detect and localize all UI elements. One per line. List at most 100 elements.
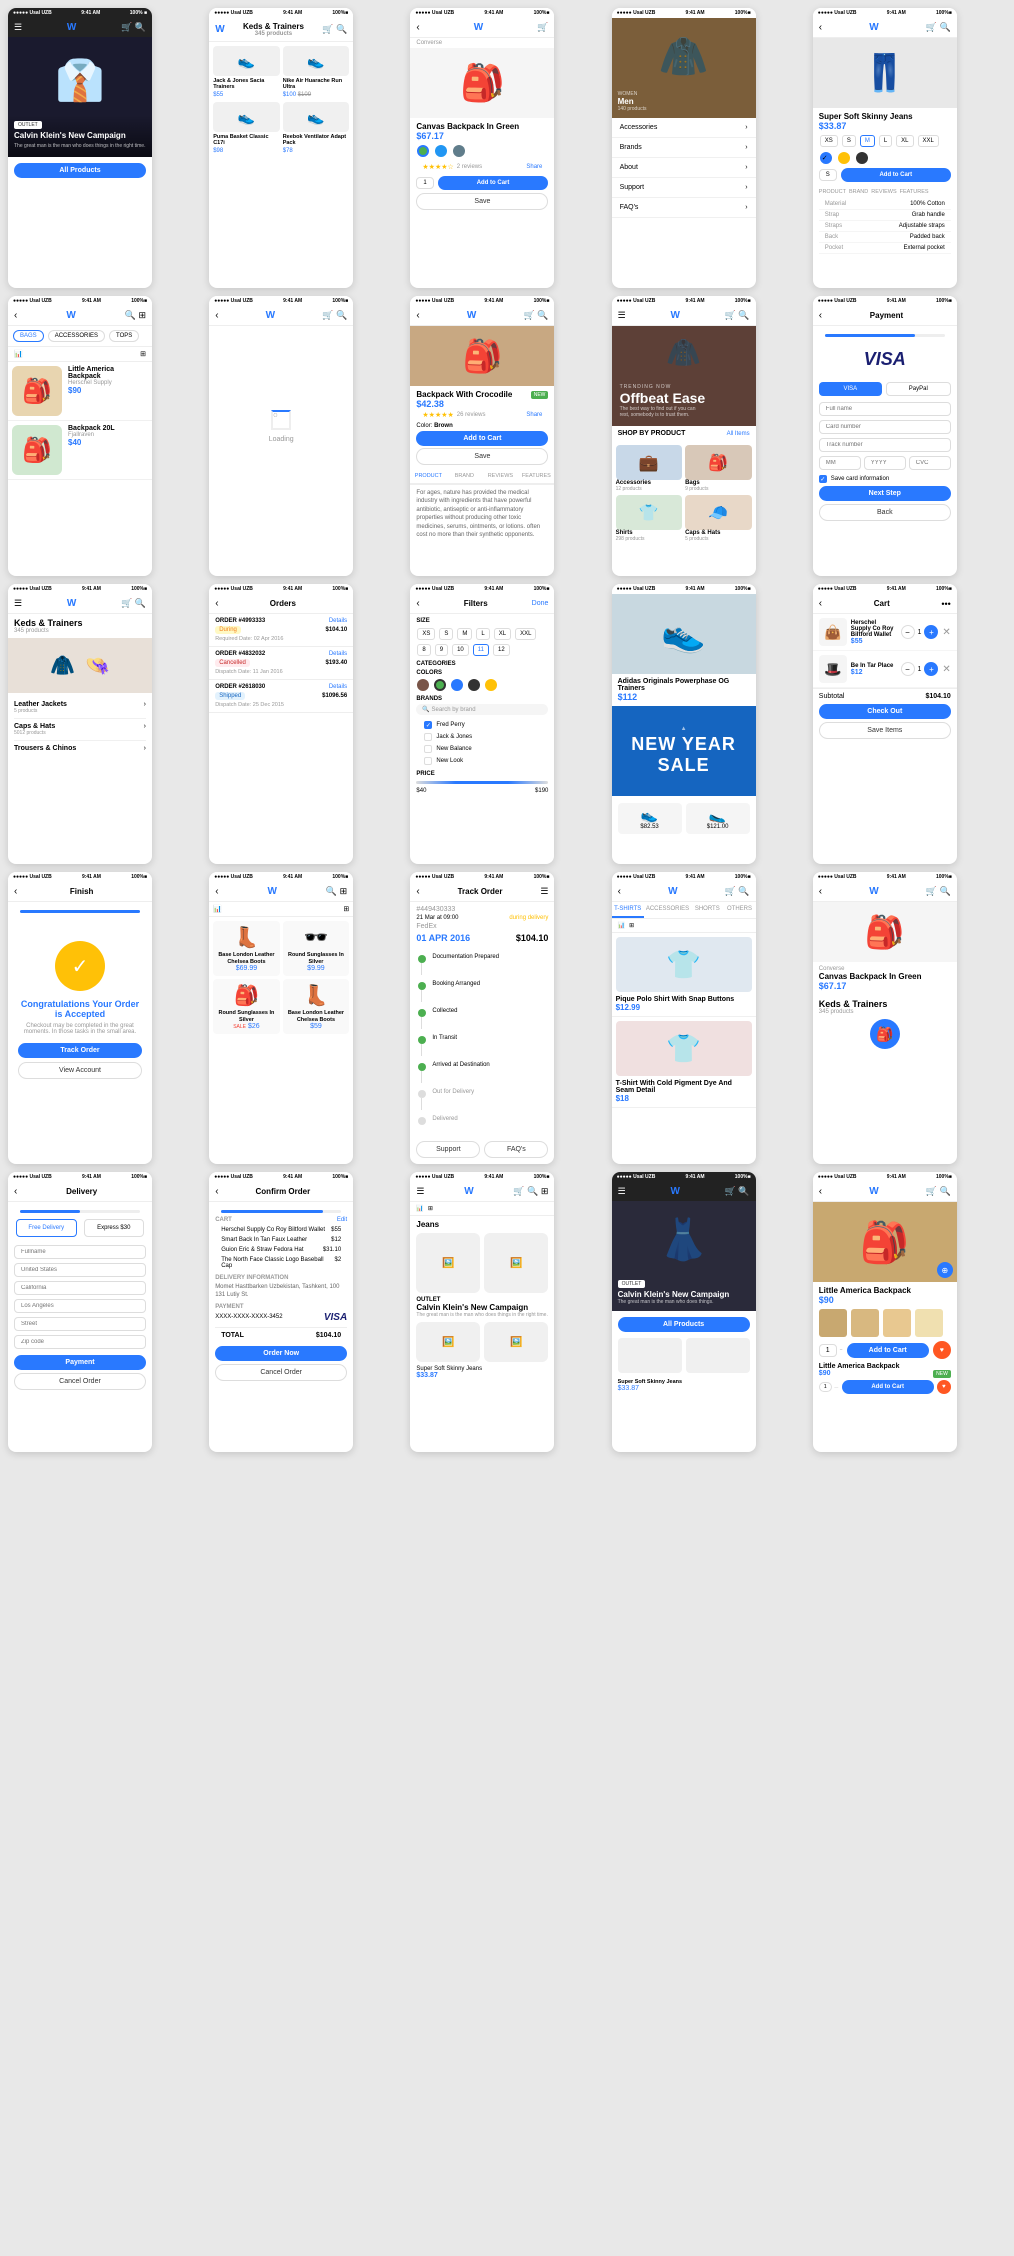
size-m[interactable]: M bbox=[860, 135, 875, 147]
color-grey[interactable] bbox=[453, 145, 465, 157]
order-now-button[interactable]: Order Now bbox=[215, 1346, 347, 1361]
menu-about[interactable]: About› bbox=[612, 158, 756, 178]
faqs-button[interactable]: FAQ's bbox=[484, 1141, 548, 1158]
size-xxl[interactable]: XXL bbox=[918, 135, 939, 147]
outlet-badge: OUTLET bbox=[14, 121, 42, 129]
paypal-button[interactable]: PayPal bbox=[886, 382, 951, 396]
cancel-order-button-22[interactable]: Cancel Order bbox=[215, 1364, 347, 1381]
zipcode-input[interactable] bbox=[14, 1335, 146, 1349]
state-input[interactable] bbox=[14, 1281, 146, 1295]
screen-6: ●●●●● Usal UZB 9:41 AM 100%■ ‹ W 🔍 ⊞ BAG… bbox=[8, 296, 152, 576]
menu-support[interactable]: Support› bbox=[612, 178, 756, 198]
screen-7: ●●●●● Usal UZB 9:41 AM 100%■ ‹ W 🛒 🔍 ◌ L… bbox=[209, 296, 353, 576]
product-description-8: For ages, nature has provided the medica… bbox=[410, 485, 554, 543]
hero-title: Calvin Klein's New Campaign bbox=[14, 131, 146, 141]
country-input[interactable] bbox=[14, 1263, 146, 1277]
save-button-8[interactable]: Save bbox=[416, 448, 548, 465]
brand-fred-perry[interactable]: ✓ bbox=[424, 721, 432, 729]
shoe-card-1: 👢 Base London Leather Chelsea Boots $69.… bbox=[213, 921, 280, 976]
next-step-button[interactable]: Next Step bbox=[819, 486, 951, 501]
color-yellow-5[interactable] bbox=[838, 152, 850, 164]
free-delivery-button[interactable]: Free Delivery bbox=[16, 1219, 77, 1237]
tab-features-8[interactable]: FEATURES bbox=[518, 469, 554, 485]
brand-jack-jones[interactable] bbox=[424, 733, 432, 741]
tab-shorts[interactable]: SHORTS bbox=[691, 902, 723, 918]
status-bar-1: ●●●●● Usal UZB 9:41 AM 100% ■ bbox=[8, 8, 152, 18]
tab-reviews-8[interactable]: REVIEWS bbox=[482, 469, 518, 485]
product-name-8: Backpack With Crocodile bbox=[416, 390, 512, 399]
street-input[interactable] bbox=[14, 1317, 146, 1331]
new-year-banner: ▲ NEW YEAR SALE bbox=[612, 706, 756, 796]
adidas-product-name: Adidas Originals Powerphase OG Trainers bbox=[618, 678, 750, 692]
done-button[interactable]: Done bbox=[532, 600, 549, 607]
size-l[interactable]: L bbox=[879, 135, 892, 147]
screen-24: ●●●●● Usal UZB 9:41 AM 100%■ ☰ W 🛒 🔍 👗 O… bbox=[612, 1172, 756, 1452]
back-button[interactable]: ‹ bbox=[416, 22, 419, 33]
color-green[interactable] bbox=[417, 145, 429, 157]
add-to-cart-button-8[interactable]: Add to Cart bbox=[416, 431, 548, 446]
save-items-button[interactable]: Save Items bbox=[819, 722, 951, 739]
payment-button-21[interactable]: Payment bbox=[14, 1355, 146, 1370]
support-button[interactable]: Support bbox=[416, 1141, 480, 1158]
all-items-link[interactable]: All Items bbox=[727, 431, 750, 437]
brand-new-look[interactable] bbox=[424, 757, 432, 765]
screen-20: ●●●●● Usal UZB 9:41 AM 100%■ ‹ W 🛒 🔍 🎒 C… bbox=[813, 872, 957, 1164]
back-button-10[interactable]: Back bbox=[819, 504, 951, 521]
cancel-order-button-21[interactable]: Cancel Order bbox=[14, 1373, 146, 1390]
screen-21: ●●●●● Usal UZB 9:41 AM 100%■ ‹ Delivery … bbox=[8, 1172, 152, 1452]
month-input[interactable] bbox=[819, 456, 861, 470]
add-to-cart-button-5[interactable]: Add to Cart bbox=[841, 168, 951, 182]
size-s[interactable]: S bbox=[842, 135, 856, 147]
fullname-input[interactable] bbox=[819, 402, 951, 416]
tab-bags[interactable]: BAGS bbox=[13, 330, 44, 342]
brand-new-balance[interactable] bbox=[424, 745, 432, 753]
all-products-button[interactable]: All Products bbox=[14, 163, 146, 178]
tab-accessories[interactable]: ACCESSORIES bbox=[48, 330, 105, 342]
visa-button[interactable]: VISA bbox=[819, 382, 882, 396]
save-card-checkbox[interactable]: ✓ bbox=[819, 475, 827, 483]
increase-qty-2[interactable]: + bbox=[924, 662, 938, 676]
color-blue-5[interactable]: ✓ bbox=[820, 152, 832, 164]
size-xs[interactable]: XS bbox=[820, 135, 838, 147]
add-to-cart-button[interactable]: Add to Cart bbox=[438, 176, 549, 190]
fullname-delivery[interactable] bbox=[14, 1245, 146, 1259]
back-button-5[interactable]: ‹ bbox=[819, 22, 822, 33]
product-name: Canvas Backpack In Green bbox=[416, 122, 548, 131]
year-input[interactable] bbox=[864, 456, 906, 470]
color-blue[interactable] bbox=[435, 145, 447, 157]
screen-15: ●●●●● Usal UZB 9:41 AM 100%■ ‹ Cart ••• … bbox=[813, 584, 957, 864]
save-button[interactable]: Save bbox=[416, 193, 548, 210]
add-to-cart-small-button[interactable]: Add to Cart bbox=[842, 1380, 934, 1394]
track-order-button[interactable]: Track Order bbox=[18, 1043, 142, 1058]
remove-item-2[interactable]: ✕ bbox=[942, 664, 950, 675]
express-delivery-button[interactable]: Express $30 bbox=[84, 1219, 145, 1237]
screen-2: ●●●●● Usal UZB 9:41 AM 100%■ W Keds & Tr… bbox=[209, 8, 353, 288]
decrease-qty-1[interactable]: − bbox=[901, 625, 915, 639]
decrease-qty-2[interactable]: − bbox=[901, 662, 915, 676]
tab-tshirts[interactable]: T-SHIRTS bbox=[612, 902, 644, 918]
tab-accessories-19[interactable]: ACCESSORIES bbox=[644, 902, 691, 918]
checkout-button[interactable]: Check Out bbox=[819, 704, 951, 719]
city-input[interactable] bbox=[14, 1299, 146, 1313]
tab-product-8[interactable]: PRODUCT bbox=[410, 469, 446, 485]
cardnumber-input[interactable] bbox=[819, 420, 951, 434]
size-xl[interactable]: XL bbox=[896, 135, 913, 147]
tab-brand-8[interactable]: BRAND bbox=[446, 469, 482, 485]
screen-8: ●●●●● Usal UZB 9:41 AM 100%■ ‹ W 🛒 🔍 🎒 B… bbox=[410, 296, 554, 576]
menu-faqs[interactable]: FAQ's› bbox=[612, 198, 756, 218]
menu-brands[interactable]: Brands› bbox=[612, 138, 756, 158]
tab-others[interactable]: OTHERS bbox=[723, 902, 755, 918]
menu-accessories[interactable]: Accessories› bbox=[612, 118, 756, 138]
remove-item-1[interactable]: ✕ bbox=[942, 627, 950, 638]
increase-qty-1[interactable]: + bbox=[924, 625, 938, 639]
edit-cart-link[interactable]: Edit bbox=[337, 1217, 347, 1223]
screen-13: ●●●●● Usal UZB 9:41 AM 100%■ ‹ Filters D… bbox=[410, 584, 554, 864]
cvc-input[interactable] bbox=[909, 456, 951, 470]
add-to-cart-button-25[interactable]: Add to Cart bbox=[847, 1343, 929, 1358]
view-account-button[interactable]: View Account bbox=[18, 1062, 142, 1079]
screen-18: ●●●●● Usal UZB 9:41 AM 100%■ ‹ Track Ord… bbox=[410, 872, 554, 1164]
tab-tops[interactable]: TOPS bbox=[109, 330, 139, 342]
tracknumber-input[interactable] bbox=[819, 438, 951, 452]
color-dark-5[interactable] bbox=[856, 152, 868, 164]
all-products-button-24[interactable]: All Products bbox=[618, 1317, 750, 1332]
